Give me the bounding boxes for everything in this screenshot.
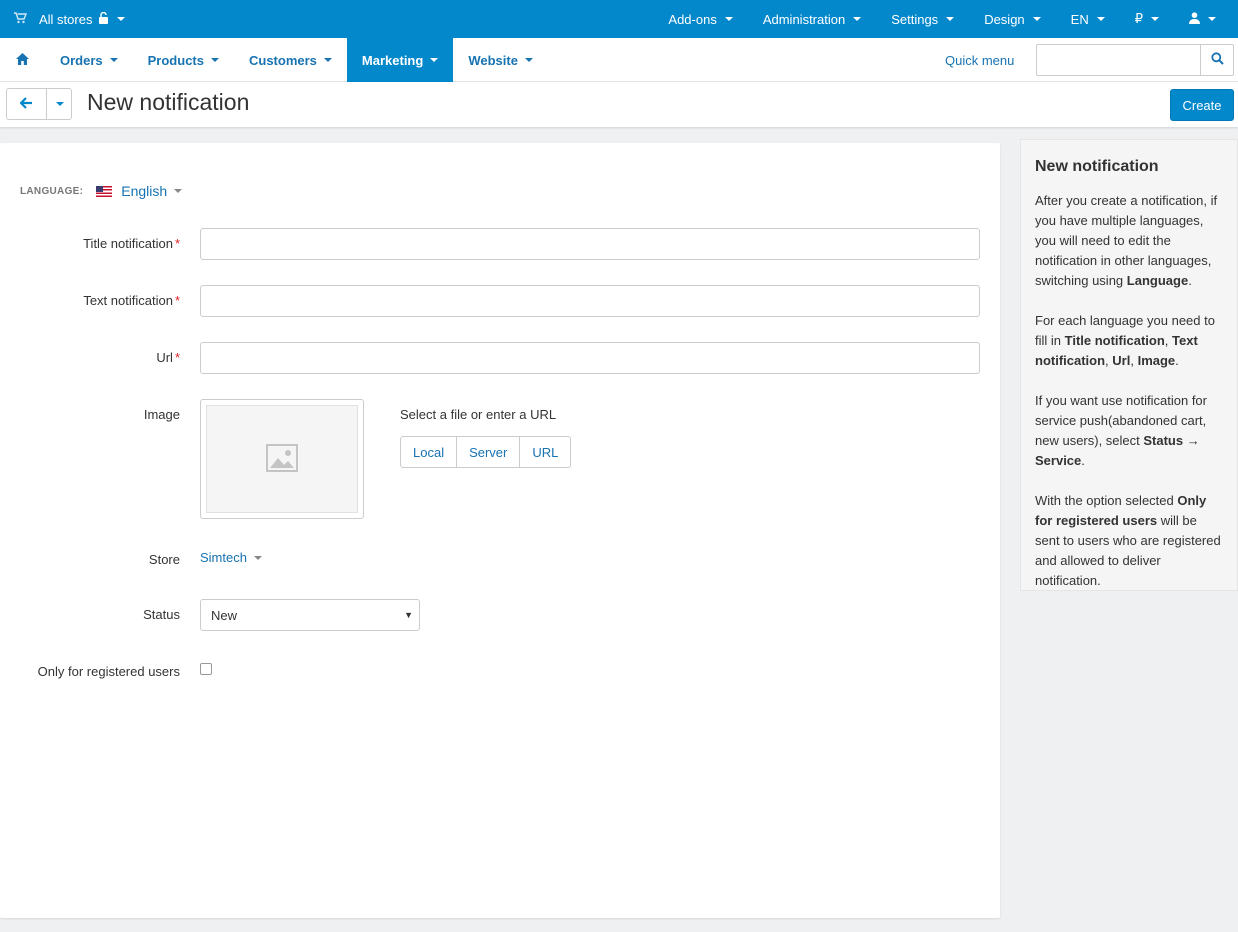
- registered-users-checkbox[interactable]: [200, 663, 212, 675]
- sidebar-paragraph: With the option selected Only for regist…: [1035, 493, 1221, 588]
- nav-marketing[interactable]: Marketing: [346, 38, 454, 82]
- nav-customers[interactable]: Customers: [234, 38, 347, 82]
- sidebar-paragraph: For each language you need to fill in Ti…: [1035, 313, 1215, 368]
- main-nav: Orders Products Customers Marketing Webs…: [0, 38, 1238, 82]
- chevron-down-icon: [524, 58, 533, 62]
- chevron-down-icon: [174, 189, 183, 193]
- top-bar: All stores Add-ons Administration Settin…: [0, 0, 1238, 38]
- topbar-settings[interactable]: Settings: [891, 12, 955, 27]
- language-selector[interactable]: English: [121, 183, 183, 199]
- url-label: Url *: [156, 350, 180, 365]
- image-placeholder-icon: [266, 443, 298, 475]
- search-icon: [1210, 52, 1224, 68]
- nav-orders[interactable]: Orders: [45, 38, 133, 82]
- registered-users-label: Only for registered users: [37, 664, 180, 679]
- image-label: Image: [143, 407, 180, 422]
- title-notification-label: Title notification *: [83, 236, 180, 251]
- chevron-down-icon: [724, 17, 733, 21]
- chevron-down-icon: [1208, 17, 1216, 21]
- server-file-button[interactable]: Server: [457, 437, 521, 467]
- title-notification-input[interactable]: [200, 228, 980, 260]
- language-row: LANGUAGE: English: [20, 183, 183, 199]
- chevron-down-icon: [1032, 17, 1041, 21]
- chevron-down-icon: [56, 102, 64, 106]
- chevron-down-icon: [430, 58, 439, 62]
- chevron-down-icon: [853, 17, 862, 21]
- page-header: New notification Create: [0, 82, 1238, 127]
- text-notification-input[interactable]: [200, 285, 980, 317]
- topbar-administration[interactable]: Administration: [763, 12, 862, 27]
- url-file-button[interactable]: URL: [520, 437, 570, 467]
- sidebar-paragraph: After you create a notification, if you …: [1035, 193, 1218, 288]
- chevron-down-icon: [1096, 17, 1105, 21]
- status-label: Status: [143, 607, 180, 622]
- status-select[interactable]: New ▼: [200, 599, 420, 631]
- arrow-left-icon: [19, 96, 33, 112]
- create-button[interactable]: Create: [1170, 89, 1234, 121]
- quick-menu-link[interactable]: Quick menu: [945, 38, 1014, 82]
- nav-website[interactable]: Website: [453, 38, 548, 82]
- back-button-group: [6, 88, 72, 120]
- topbar-currency[interactable]: ₽: [1135, 11, 1159, 27]
- url-input[interactable]: [200, 342, 980, 374]
- store-label: Store: [148, 552, 180, 567]
- chevron-down-icon: [946, 17, 955, 21]
- unlock-icon: [98, 11, 109, 27]
- chevron-down-icon: [1151, 17, 1159, 21]
- chevron-down-icon: [323, 58, 332, 62]
- page-title: New notification: [87, 89, 250, 115]
- home-icon: [16, 52, 29, 68]
- text-notification-label: Text notification *: [83, 293, 180, 308]
- language-label: LANGUAGE:: [20, 185, 84, 197]
- required-mark: *: [174, 350, 180, 365]
- select-file-text: Select a file or enter a URL: [400, 407, 557, 422]
- topbar-addons[interactable]: Add-ons: [668, 12, 733, 27]
- search-button[interactable]: [1200, 45, 1233, 75]
- chevron-down-icon: [109, 58, 118, 62]
- store-label: All stores: [39, 11, 93, 27]
- store-switcher[interactable]: All stores: [14, 0, 126, 38]
- required-mark: *: [174, 236, 180, 251]
- chevron-down-icon: [253, 555, 262, 560]
- notification-form: LANGUAGE: English Title notification * Te…: [0, 143, 1000, 918]
- chevron-down-icon: [117, 17, 126, 21]
- back-dropdown-button[interactable]: [47, 89, 71, 119]
- topbar-user-menu[interactable]: [1189, 11, 1216, 27]
- local-file-button[interactable]: Local: [401, 437, 458, 467]
- help-sidebar: New notification After you create a noti…: [1020, 139, 1238, 591]
- sidebar-paragraph: If you want use notification for service…: [1035, 393, 1207, 468]
- cart-icon: [14, 11, 28, 27]
- nav-products[interactable]: Products: [133, 38, 234, 82]
- topbar-design[interactable]: Design: [984, 12, 1041, 27]
- topbar-language[interactable]: EN: [1071, 12, 1105, 27]
- required-mark: *: [174, 293, 180, 308]
- search-input[interactable]: [1036, 44, 1234, 76]
- store-selector[interactable]: Simtech: [200, 550, 262, 565]
- home-button[interactable]: [0, 38, 45, 82]
- back-button[interactable]: [7, 89, 47, 119]
- image-preview: [200, 399, 364, 519]
- chevron-down-icon: [210, 58, 219, 62]
- us-flag-icon: [96, 185, 113, 197]
- select-arrow-icon: ▼: [404, 610, 413, 620]
- user-icon: [1189, 11, 1200, 27]
- sidebar-title: New notification: [1035, 158, 1159, 175]
- image-source-group: Local Server URL: [400, 436, 572, 468]
